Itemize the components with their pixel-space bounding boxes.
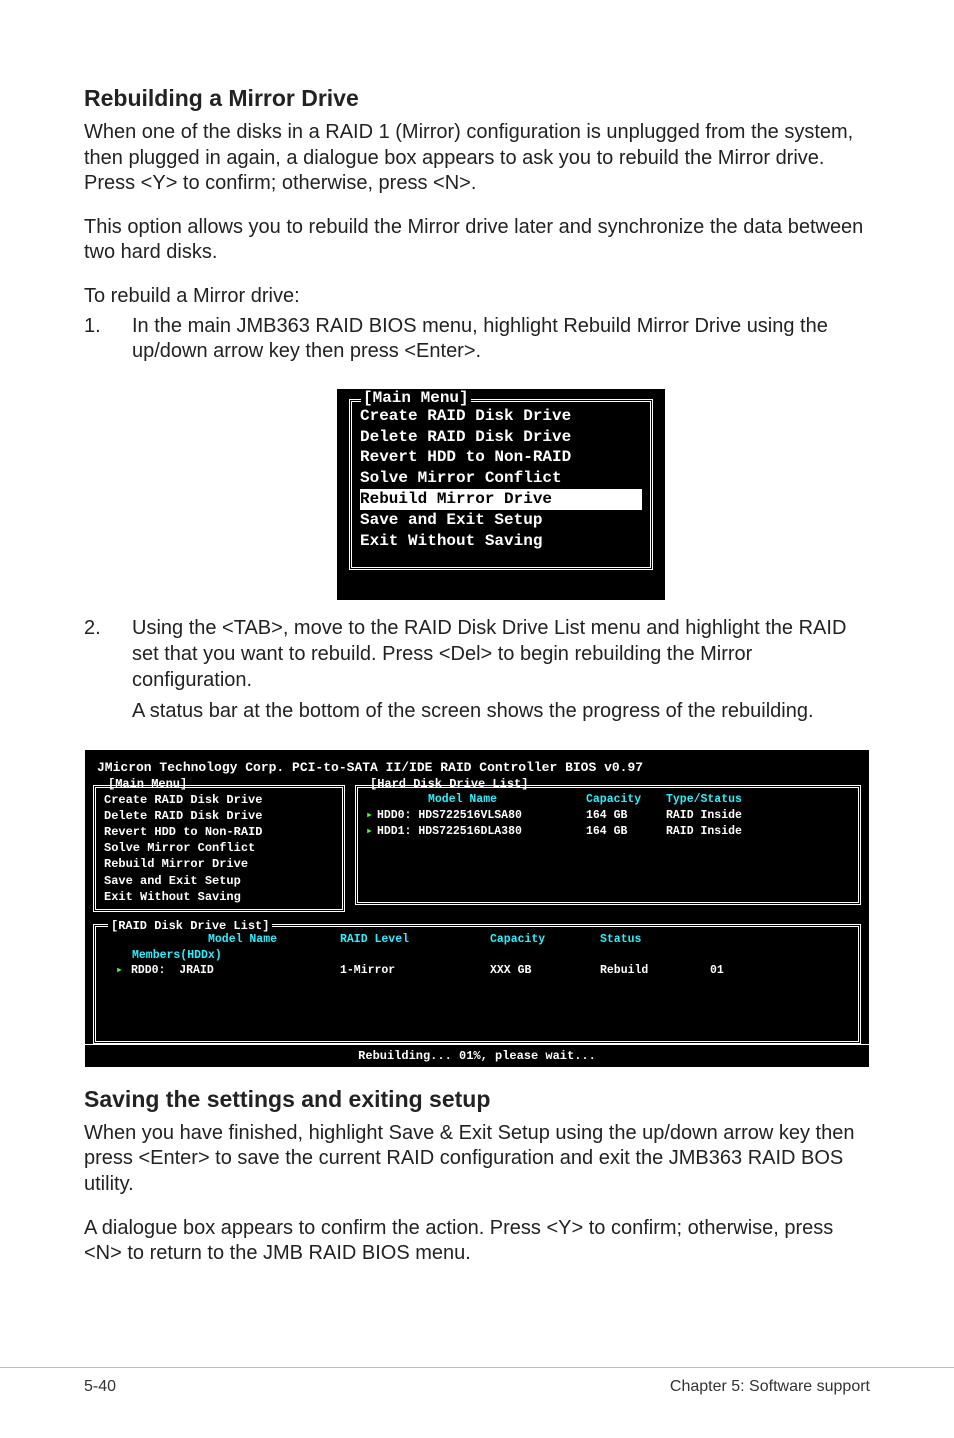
col-blank	[710, 931, 846, 949]
paragraph: This option allows you to rebuild the Mi…	[84, 215, 870, 266]
menu-item-selected[interactable]: Rebuild Mirror Drive	[360, 489, 642, 510]
page-number: 5-40	[84, 1378, 116, 1396]
members-label: Members(HDDx)	[132, 949, 846, 962]
bios-main-menu-small: [Main Menu] Create RAID Disk Drive Delet…	[337, 389, 665, 601]
step-item: 1. In the main JMB363 RAID BIOS menu, hi…	[84, 314, 870, 371]
col-capacity: Capacity	[586, 792, 666, 808]
raid-level: 1-Mirror	[340, 962, 490, 980]
raid-num: 01	[710, 962, 846, 980]
menu-item[interactable]: Create RAID Disk Drive	[104, 792, 334, 808]
hdd-model: HDS722516DLA380	[418, 825, 522, 838]
menu-item[interactable]: Revert HDD to Non-RAID	[104, 824, 334, 840]
col-status: Status	[600, 931, 710, 949]
col-raid-level: RAID Level	[340, 931, 490, 949]
col-model-name: Model Name	[108, 931, 340, 949]
col-capacity: Capacity	[490, 931, 600, 949]
paragraph: A dialogue box appears to confirm the ac…	[84, 1216, 870, 1267]
bios-raid-screen: JMicron Technology Corp. PCI-to-SATA II/…	[84, 749, 870, 1068]
page-footer: 5-40 Chapter 5: Software support	[0, 1367, 954, 1396]
menu-item[interactable]: Delete RAID Disk Drive	[104, 808, 334, 824]
triangle-icon: ▸	[116, 964, 123, 977]
bios-raid-list-label: [RAID Disk Drive List]	[108, 919, 272, 933]
hdd-capacity: 164 GB	[586, 808, 666, 824]
hdd-row[interactable]: ▸ HDD1: HDS722516DLA380 164 GB RAID Insid…	[366, 824, 850, 840]
paragraph: When you have finished, highlight Save &…	[84, 1121, 870, 1198]
menu-item[interactable]: Revert HDD to Non-RAID	[360, 447, 642, 468]
menu-item[interactable]: Solve Mirror Conflict	[360, 468, 642, 489]
bios-header: JMicron Technology Corp. PCI-to-SATA II/…	[97, 760, 861, 775]
hdd-prefix: HDD0:	[377, 809, 412, 822]
triangle-icon: ▸	[366, 825, 373, 838]
step-number: 1.	[84, 314, 132, 371]
menu-item[interactable]: Rebuild Mirror Drive	[104, 856, 334, 872]
menu-item[interactable]: Exit Without Saving	[360, 531, 642, 552]
menu-item[interactable]: Solve Mirror Conflict	[104, 840, 334, 856]
menu-item[interactable]: Save and Exit Setup	[104, 873, 334, 889]
raid-name: RDD0: JRAID	[131, 964, 214, 977]
paragraph: When one of the disks in a RAID 1 (Mirro…	[84, 120, 870, 197]
status-bar: Rebuilding... 01%, please wait...	[85, 1044, 869, 1067]
paragraph: To rebuild a Mirror drive:	[84, 284, 870, 310]
section-title-saving: Saving the settings and exiting setup	[84, 1086, 870, 1113]
step-number: 2.	[84, 616, 132, 730]
step-text: Using the <TAB>, move to the RAID Disk D…	[132, 616, 870, 693]
hdd-model: HDS722516VLSA80	[418, 809, 522, 822]
hdd-type: RAID Inside	[666, 824, 850, 840]
hdd-capacity: 164 GB	[586, 824, 666, 840]
step-text: In the main JMB363 RAID BIOS menu, highl…	[132, 314, 870, 365]
raid-row[interactable]: ▸ RDD0: JRAID 1-Mirror XXX GB Rebuild 01	[108, 962, 846, 980]
menu-item[interactable]: Save and Exit Setup	[360, 510, 642, 531]
raid-capacity: XXX GB	[490, 962, 600, 980]
bios-box-title: [Main Menu]	[361, 389, 471, 407]
hdd-prefix: HDD1:	[377, 825, 412, 838]
menu-item[interactable]: Delete RAID Disk Drive	[360, 427, 642, 448]
hdd-type: RAID Inside	[666, 808, 850, 824]
triangle-icon: ▸	[366, 809, 373, 822]
section-title-rebuilding: Rebuilding a Mirror Drive	[84, 85, 870, 112]
col-model: Model Name	[366, 792, 586, 808]
col-type-status: Type/Status	[666, 792, 850, 808]
step-extra: A status bar at the bottom of the screen…	[132, 699, 870, 725]
step-item: 2. Using the <TAB>, move to the RAID Dis…	[84, 616, 870, 730]
menu-item[interactable]: Create RAID Disk Drive	[360, 406, 642, 427]
hdd-row[interactable]: ▸ HDD0: HDS722516VLSA80 164 GB RAID Insid…	[366, 808, 850, 824]
raid-status: Rebuild	[600, 962, 710, 980]
menu-item[interactable]: Exit Without Saving	[104, 889, 334, 905]
chapter-label: Chapter 5: Software support	[670, 1378, 870, 1396]
